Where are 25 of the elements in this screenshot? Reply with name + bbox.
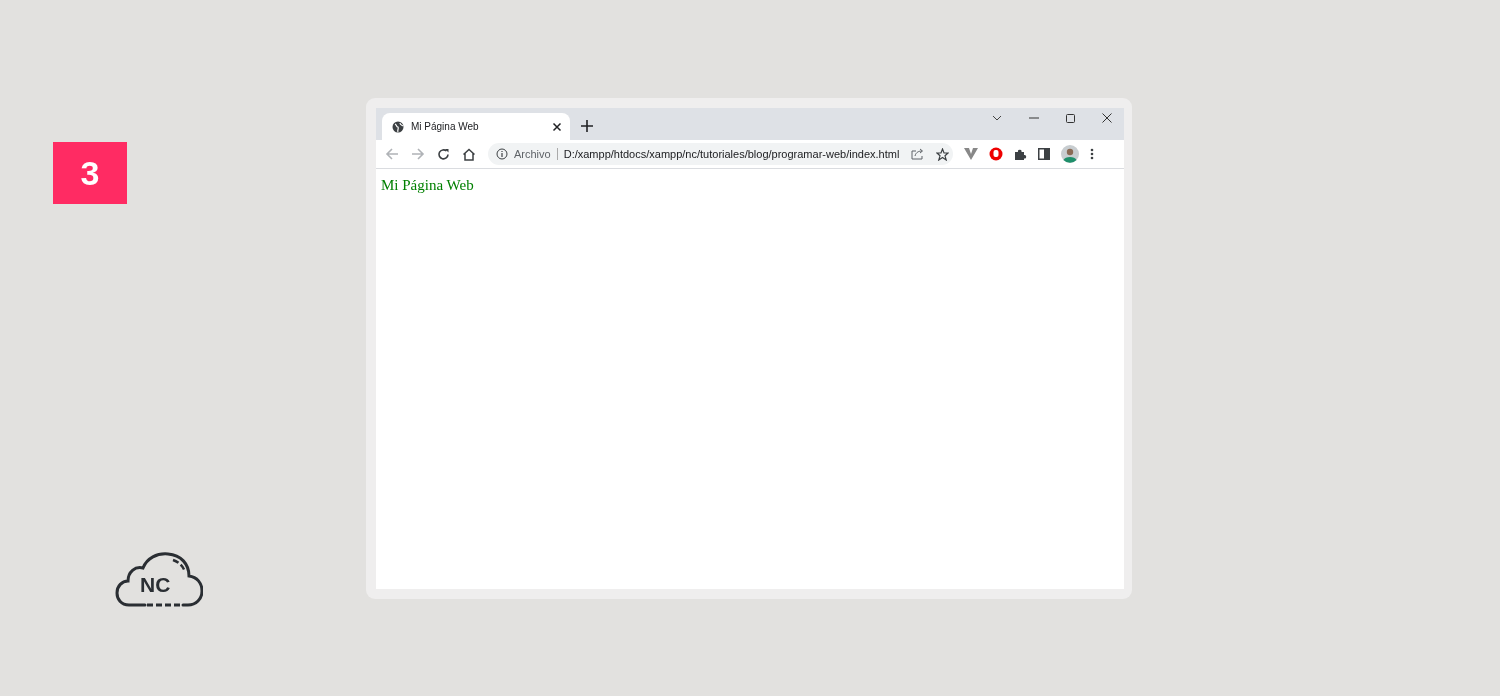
step-badge: 3 xyxy=(53,142,127,204)
close-icon[interactable] xyxy=(552,121,562,132)
avatar-icon[interactable] xyxy=(1061,145,1079,163)
address-bar[interactable]: Archivo D:/xampp/htdocs/xampp/nc/tutoriales/blog/programar-web/index.html xyxy=(488,143,953,165)
share-icon[interactable] xyxy=(911,148,925,160)
page-heading: Mi Página Web xyxy=(381,177,475,194)
home-icon[interactable] xyxy=(462,147,476,161)
chevron-down-icon[interactable] xyxy=(992,115,1002,121)
puzzle-icon[interactable] xyxy=(1014,147,1027,161)
globe-icon xyxy=(392,120,404,133)
kebab-menu-icon[interactable] xyxy=(1090,148,1094,160)
info-icon xyxy=(496,148,508,160)
url-text: D:/xampp/htdocs/xampp/nc/tutoriales/blog/programar-web/index.html xyxy=(563,148,900,160)
close-icon[interactable] xyxy=(1102,113,1112,123)
maximize-icon[interactable] xyxy=(1066,113,1075,123)
v-shape-icon[interactable] xyxy=(964,148,978,160)
reload-icon[interactable] xyxy=(437,147,450,161)
star-icon[interactable] xyxy=(936,147,950,161)
logo-text: NC xyxy=(140,574,171,595)
cloud-icon xyxy=(115,552,203,608)
side-panel-icon[interactable] xyxy=(1038,148,1050,160)
security-label: Archivo xyxy=(514,148,558,160)
stop-hand-icon[interactable] xyxy=(989,147,1003,161)
browser-tab[interactable]: Mi Página Web xyxy=(382,113,570,140)
plus-icon[interactable] xyxy=(581,120,593,132)
